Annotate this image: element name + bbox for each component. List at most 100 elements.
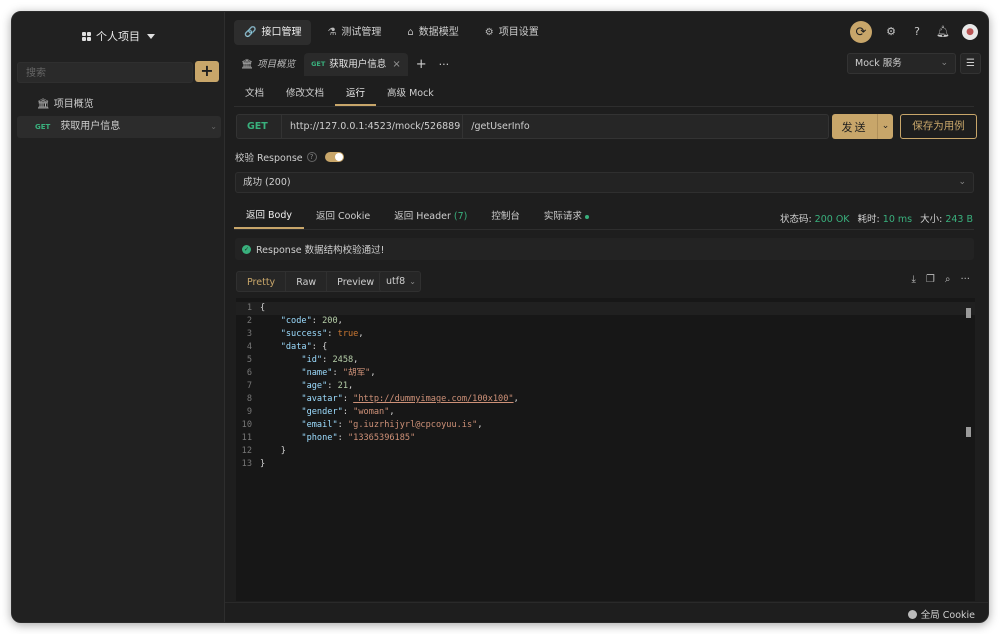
project-selector[interactable]: 个人项目 bbox=[12, 28, 225, 44]
line-number: 3 bbox=[246, 329, 252, 339]
line-number: 13 bbox=[241, 459, 252, 469]
more-icon[interactable]: ··· bbox=[960, 274, 970, 285]
path-input[interactable]: /getUserInfo bbox=[462, 114, 530, 139]
validate-toggle[interactable] bbox=[324, 152, 344, 162]
download-icon[interactable]: ⤓ bbox=[911, 274, 915, 285]
tab-pretty[interactable]: Pretty bbox=[236, 271, 287, 292]
line-number: 12 bbox=[241, 446, 252, 456]
code-line: 8 "avatar": "http://dummyimage.com/100x1… bbox=[236, 393, 975, 406]
sidebar-item-label: 项目概览 bbox=[53, 99, 94, 110]
nav-project-settings[interactable]: ⚙ 项目设置 bbox=[475, 20, 549, 45]
chevron-down-icon[interactable]: ⌄ bbox=[877, 114, 893, 139]
tab-response-cookie[interactable]: 返回 Cookie bbox=[304, 204, 382, 229]
tab-label: 获取用户信息 bbox=[329, 59, 387, 70]
response-code-editor[interactable]: 1 { 2 "code": 200, 3 "success": true, 4 … bbox=[236, 298, 975, 601]
bell-icon[interactable]: 🔔︎ bbox=[936, 25, 950, 39]
search-icon[interactable]: ⌕ bbox=[945, 274, 951, 285]
scrollbar-marker[interactable] bbox=[966, 427, 971, 437]
nav-api-management[interactable]: 🔗 接口管理 bbox=[234, 20, 312, 45]
tab-raw[interactable]: Raw bbox=[285, 271, 328, 292]
chevron-down-icon[interactable]: ⌄ bbox=[210, 116, 217, 138]
code-text: "data": { bbox=[280, 342, 328, 352]
help-icon[interactable]: ? bbox=[910, 25, 924, 39]
chevron-down-icon: ⌄ bbox=[940, 58, 948, 68]
code-text: "gender": "woman", bbox=[301, 407, 395, 417]
line-number: 2 bbox=[246, 316, 252, 326]
tab-run[interactable]: 运行 bbox=[335, 82, 377, 106]
tab-response-header[interactable]: 返回 Header (7) bbox=[382, 204, 479, 229]
code-text: "avatar": "http://dummyimage.com/100x100… bbox=[301, 394, 519, 404]
tab-label: 返回 Cookie bbox=[316, 211, 371, 222]
avatar-value[interactable]: "http://dummyimage.com/100x100" bbox=[353, 394, 513, 404]
new-tab-button[interactable]: + bbox=[410, 57, 433, 72]
list-icon[interactable]: ☰ bbox=[960, 53, 981, 74]
sidebar-item-overview[interactable]: 🏛 项目概览 bbox=[17, 94, 221, 116]
send-button[interactable]: 发送 ⌄ bbox=[832, 114, 893, 139]
sidebar: 个人项目 搜索 + 🏛 项目概览 GET 获取用户信息 ⌄ bbox=[12, 12, 225, 622]
sidebar-item-get-user-info[interactable]: GET 获取用户信息 ⌄ bbox=[17, 116, 221, 138]
email-value: "g.iuzrhijyrl@cpcoyuu.is" bbox=[347, 420, 478, 430]
scrollbar-marker[interactable] bbox=[966, 308, 971, 318]
encoding-select[interactable]: utf8 ⌄ bbox=[379, 271, 421, 292]
code-line: 11 "phone": "13365396185" bbox=[236, 432, 975, 445]
add-button[interactable]: + bbox=[195, 61, 219, 82]
top-right-toolbar: ⟳ ⚙ ? 🔔︎ ● bbox=[850, 21, 978, 43]
sync-icon[interactable]: ⟳ bbox=[850, 21, 872, 43]
base-url[interactable]: http://127.0.0.1:4523/mock/526889 bbox=[290, 121, 460, 132]
sub-tabs: 文档 修改文档 运行 高级 Mock bbox=[234, 82, 445, 106]
nav-label: 项目设置 bbox=[498, 27, 539, 38]
tab-console[interactable]: 控制台 bbox=[479, 204, 532, 229]
tab-docs[interactable]: 文档 bbox=[234, 82, 275, 106]
tab-response-body[interactable]: 返回 Body bbox=[234, 204, 305, 229]
response-status-select[interactable]: 成功 (200) ⌄ bbox=[235, 172, 974, 193]
settings-icon[interactable]: ⚙ bbox=[884, 25, 898, 39]
avatar[interactable]: ● bbox=[962, 24, 978, 40]
search-input[interactable]: 搜索 bbox=[17, 62, 193, 83]
validation-message: Response 数据结构校验通过! bbox=[256, 245, 385, 256]
elapsed-time: 耗时: 10 ms bbox=[858, 211, 913, 225]
encoding-value: utf8 bbox=[386, 276, 406, 287]
gear-icon: ⚙ bbox=[484, 27, 494, 38]
success-value: true bbox=[337, 329, 359, 339]
code-text: } bbox=[260, 459, 266, 469]
code-line: 5 "id": 2458, bbox=[236, 354, 975, 367]
method-select[interactable]: GET bbox=[237, 121, 273, 132]
line-number: 6 bbox=[246, 368, 252, 378]
code-actions: ⤓ ❐ ⌕ ··· bbox=[911, 274, 970, 285]
code-line: 4 "data": { bbox=[236, 341, 975, 354]
mock-service-select[interactable]: Mock 服务 ⌄ bbox=[847, 53, 956, 74]
view-mode-tabs: Pretty Raw Preview bbox=[236, 271, 386, 292]
code-line: 12 } bbox=[236, 445, 975, 458]
tab-edit-docs[interactable]: 修改文档 bbox=[275, 82, 335, 106]
size-label: 大小: bbox=[920, 214, 943, 225]
tab-preview[interactable]: Preview bbox=[326, 271, 386, 292]
nav-data-model[interactable]: ⌂ 数据模型 bbox=[397, 20, 468, 45]
toggle-knob bbox=[334, 153, 343, 161]
gender-value: "woman" bbox=[353, 407, 390, 417]
mock-service-value: Mock 服务 bbox=[855, 58, 902, 69]
tab-project-overview[interactable]: 🏛 项目概览 bbox=[234, 53, 302, 76]
line-number: 7 bbox=[246, 381, 252, 391]
code-text: } bbox=[260, 446, 286, 456]
code-text: "email": "g.iuzrhijyrl@cpcoyuu.is", bbox=[301, 420, 483, 430]
status-value: 200 OK bbox=[814, 214, 850, 225]
close-icon[interactable]: × bbox=[392, 53, 400, 76]
app-window: 个人项目 搜索 + 🏛 项目概览 GET 获取用户信息 ⌄ 🔗 接口管理 ⚗ 测… bbox=[11, 11, 989, 623]
copy-icon[interactable]: ❐ bbox=[926, 274, 935, 285]
chevron-down-icon: ⌄ bbox=[958, 177, 966, 187]
code-line: 1 { bbox=[236, 302, 975, 315]
time-label: 耗时: bbox=[857, 214, 880, 225]
divider bbox=[234, 106, 974, 107]
url-bar[interactable]: GET http://127.0.0.1:4523/mock/526889 /g… bbox=[236, 114, 829, 139]
tab-advanced-mock[interactable]: 高级 Mock bbox=[376, 82, 445, 106]
age-value: 21 bbox=[337, 381, 348, 391]
nav-test-management[interactable]: ⚗ 测试管理 bbox=[317, 20, 391, 45]
save-as-case-button[interactable]: 保存为用例 bbox=[900, 114, 977, 139]
tab-actual-request[interactable]: 实际请求 bbox=[532, 204, 601, 229]
flask-icon: ⚗ bbox=[327, 27, 337, 38]
global-cookie-button[interactable]: 全局 Cookie bbox=[907, 607, 975, 621]
status-dot bbox=[584, 214, 589, 219]
question-icon[interactable]: ? bbox=[306, 152, 317, 162]
more-tabs-button[interactable]: ··· bbox=[435, 58, 454, 71]
tab-get-user-info[interactable]: GET 获取用户信息 × bbox=[304, 53, 408, 76]
